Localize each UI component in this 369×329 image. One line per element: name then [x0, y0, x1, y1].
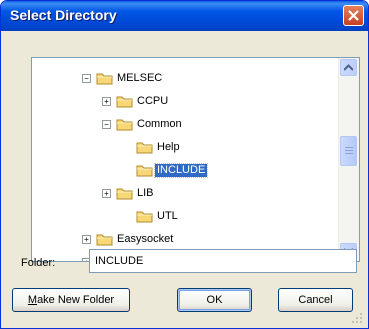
tree-node-label: Easysocket — [117, 233, 174, 245]
dialog-body: − MELSEC + CCPU − Common Help INCLUDE + LIB UTL + Ea… — [4, 31, 365, 326]
folder-icon — [136, 142, 153, 154]
tree-node[interactable]: + CCPU — [32, 92, 332, 112]
ok-button[interactable]: OK — [177, 288, 252, 312]
arrow-up-icon — [344, 64, 353, 71]
tree-node-label: LIB — [137, 187, 154, 199]
open-folder-icon — [136, 165, 153, 177]
tree-node-label: UTL — [157, 210, 178, 222]
scroll-thumb[interactable] — [340, 136, 357, 166]
collapse-icon[interactable]: − — [82, 74, 91, 83]
tree-node[interactable]: − MELSEC — [32, 69, 332, 89]
title-bar[interactable]: Select Directory — [1, 1, 368, 31]
tree-node-label: INCLUDE — [153, 163, 209, 178]
tree-node-label: MELSEC — [117, 72, 163, 84]
resize-grip-icon[interactable] — [351, 312, 363, 324]
dialog-title: Select Directory — [10, 7, 117, 23]
close-button[interactable] — [343, 5, 364, 26]
folder-icon — [116, 96, 133, 108]
folder-label: Folder: — [21, 257, 56, 269]
tree-node-label: CCPU — [137, 95, 169, 107]
make-new-folder-button[interactable]: Make New Folder — [12, 288, 130, 312]
folder-icon — [116, 188, 133, 200]
tree-node[interactable]: − Common — [32, 115, 332, 135]
folder-input[interactable] — [89, 249, 357, 273]
mnemonic-m: M — [27, 294, 38, 306]
vertical-scrollbar[interactable] — [338, 58, 359, 261]
folder-icon — [136, 211, 153, 223]
tree-node[interactable]: + Easysocket — [32, 230, 332, 250]
tree-node[interactable]: + LIB — [32, 184, 332, 204]
select-directory-dialog: Select Directory − MELSEC + CCPU − Common Help… — [0, 0, 369, 329]
folder-icon — [116, 119, 133, 131]
tree-node[interactable]: UTL — [32, 207, 332, 227]
folder-icon — [96, 234, 113, 246]
cancel-button[interactable]: Cancel — [278, 288, 353, 312]
tree-node-label: Help — [157, 141, 180, 153]
tree-node-label: Common — [137, 118, 182, 130]
make-new-folder-label: ake New Folder — [37, 294, 115, 306]
directory-tree[interactable]: − MELSEC + CCPU − Common Help INCLUDE + LIB UTL + Ea… — [31, 57, 360, 262]
tree-items: − MELSEC + CCPU − Common Help INCLUDE + LIB UTL + Ea… — [32, 58, 339, 261]
collapse-icon[interactable]: − — [102, 120, 111, 129]
tree-node[interactable]: INCLUDE — [32, 161, 332, 181]
folder-icon — [96, 73, 113, 85]
expand-icon[interactable]: + — [102, 97, 111, 106]
expand-icon[interactable]: + — [82, 235, 91, 244]
tree-node[interactable]: Help — [32, 138, 332, 158]
close-icon — [348, 10, 359, 21]
scroll-up-button[interactable] — [340, 59, 357, 76]
expand-icon[interactable]: + — [102, 189, 111, 198]
